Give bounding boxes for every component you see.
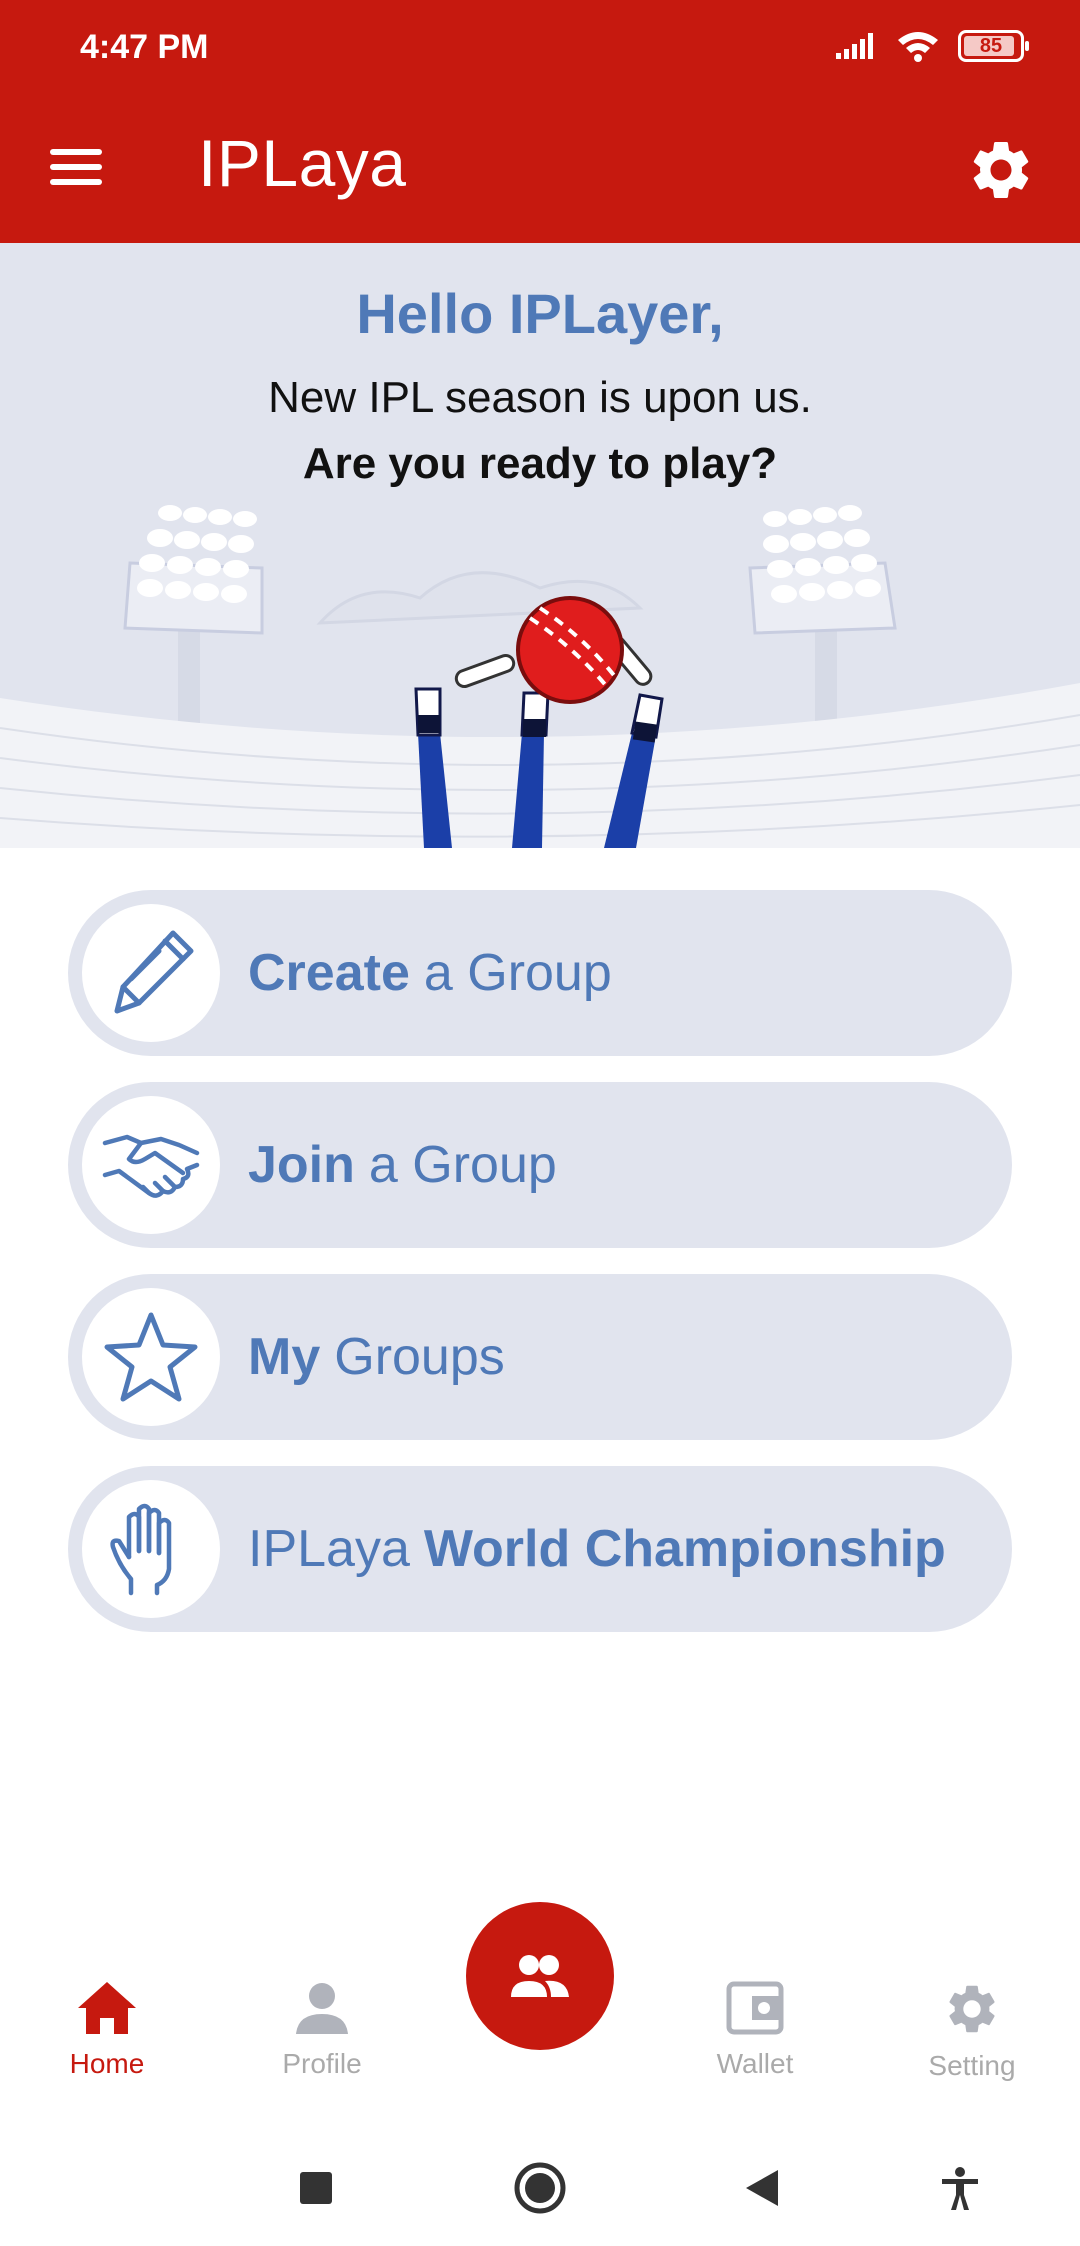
my-groups-button[interactable]: My Groups xyxy=(68,1274,1012,1440)
hand-icon-wrap xyxy=(82,1480,220,1618)
hero-question: Are you ready to play? xyxy=(302,439,778,488)
settings-button[interactable] xyxy=(966,135,1036,205)
handshake-icon-wrap xyxy=(82,1096,220,1234)
floodlight-right xyxy=(748,505,897,723)
groups-fab[interactable] xyxy=(466,1902,614,2050)
nav-wallet-label: Wallet xyxy=(716,2048,794,2079)
star-icon-wrap xyxy=(82,1288,220,1426)
accessibility-button[interactable] xyxy=(932,2160,988,2216)
nav-home-label: Home xyxy=(69,2048,145,2079)
back-triangle-icon xyxy=(746,2170,778,2206)
world-championship-button[interactable]: IPLaya World Championship xyxy=(68,1466,1012,1632)
app-title: IPLaya xyxy=(198,126,407,200)
nav-profile-label: Profile xyxy=(282,2048,362,2079)
handshake-icon xyxy=(102,1134,200,1198)
hamburger-icon[interactable] xyxy=(44,140,108,196)
pencil-icon-wrap xyxy=(82,904,220,1042)
bottom-nav: Home Profile Wallet Setting xyxy=(0,1880,1080,2110)
nav-setting-label: Setting xyxy=(928,2050,1016,2081)
home-icon xyxy=(78,1982,136,2034)
nav-profile[interactable]: Profile xyxy=(232,1980,412,2080)
wallet-icon xyxy=(726,1981,784,2035)
star-icon xyxy=(104,1312,198,1402)
cricket-ball xyxy=(516,596,624,704)
status-bar: 4:47 PM 85 xyxy=(0,0,1080,95)
nav-setting[interactable]: Setting xyxy=(882,1980,1062,2082)
status-time: 4:47 PM xyxy=(80,28,209,66)
group-icon xyxy=(511,1955,569,1997)
signal-icon xyxy=(836,33,873,59)
hero-banner: Hello IPLayer, New IPL season is upon us… xyxy=(0,243,1080,848)
nav-home[interactable]: Home xyxy=(17,1980,197,2080)
circle-icon xyxy=(514,2162,566,2214)
join-group-button[interactable]: Join a Group xyxy=(68,1082,1012,1248)
wifi-icon xyxy=(898,32,938,62)
home-system-button[interactable] xyxy=(512,2160,568,2216)
status-icons: 85 xyxy=(834,30,1029,62)
world-championship-label: IPLaya World Championship xyxy=(248,1520,946,1578)
floodlight-left xyxy=(123,505,264,723)
app-bar: IPLaya xyxy=(0,95,1080,243)
person-icon xyxy=(296,1983,348,2034)
battery-icon: 85 xyxy=(958,30,1029,62)
hero-subtitle: New IPL season is upon us. xyxy=(268,373,812,422)
create-group-button[interactable]: Create a Group xyxy=(68,890,1012,1056)
gear-icon xyxy=(973,141,1029,198)
hero-greeting: Hello IPLayer, xyxy=(356,282,724,345)
cricket-stumps-illustration xyxy=(0,505,1080,848)
square-icon xyxy=(300,2172,332,2204)
pencil-icon xyxy=(114,930,194,1014)
recents-button[interactable] xyxy=(288,2160,344,2216)
create-group-label: Create a Group xyxy=(248,944,612,1002)
system-nav-bar xyxy=(0,2120,1080,2246)
accessibility-icon xyxy=(942,2167,978,2210)
my-groups-label: My Groups xyxy=(248,1328,505,1386)
hand-icon xyxy=(110,1503,172,1596)
join-group-label: Join a Group xyxy=(248,1136,557,1194)
gear-icon xyxy=(949,1985,995,2033)
back-button[interactable] xyxy=(734,2160,790,2216)
nav-wallet[interactable]: Wallet xyxy=(665,1980,845,2080)
